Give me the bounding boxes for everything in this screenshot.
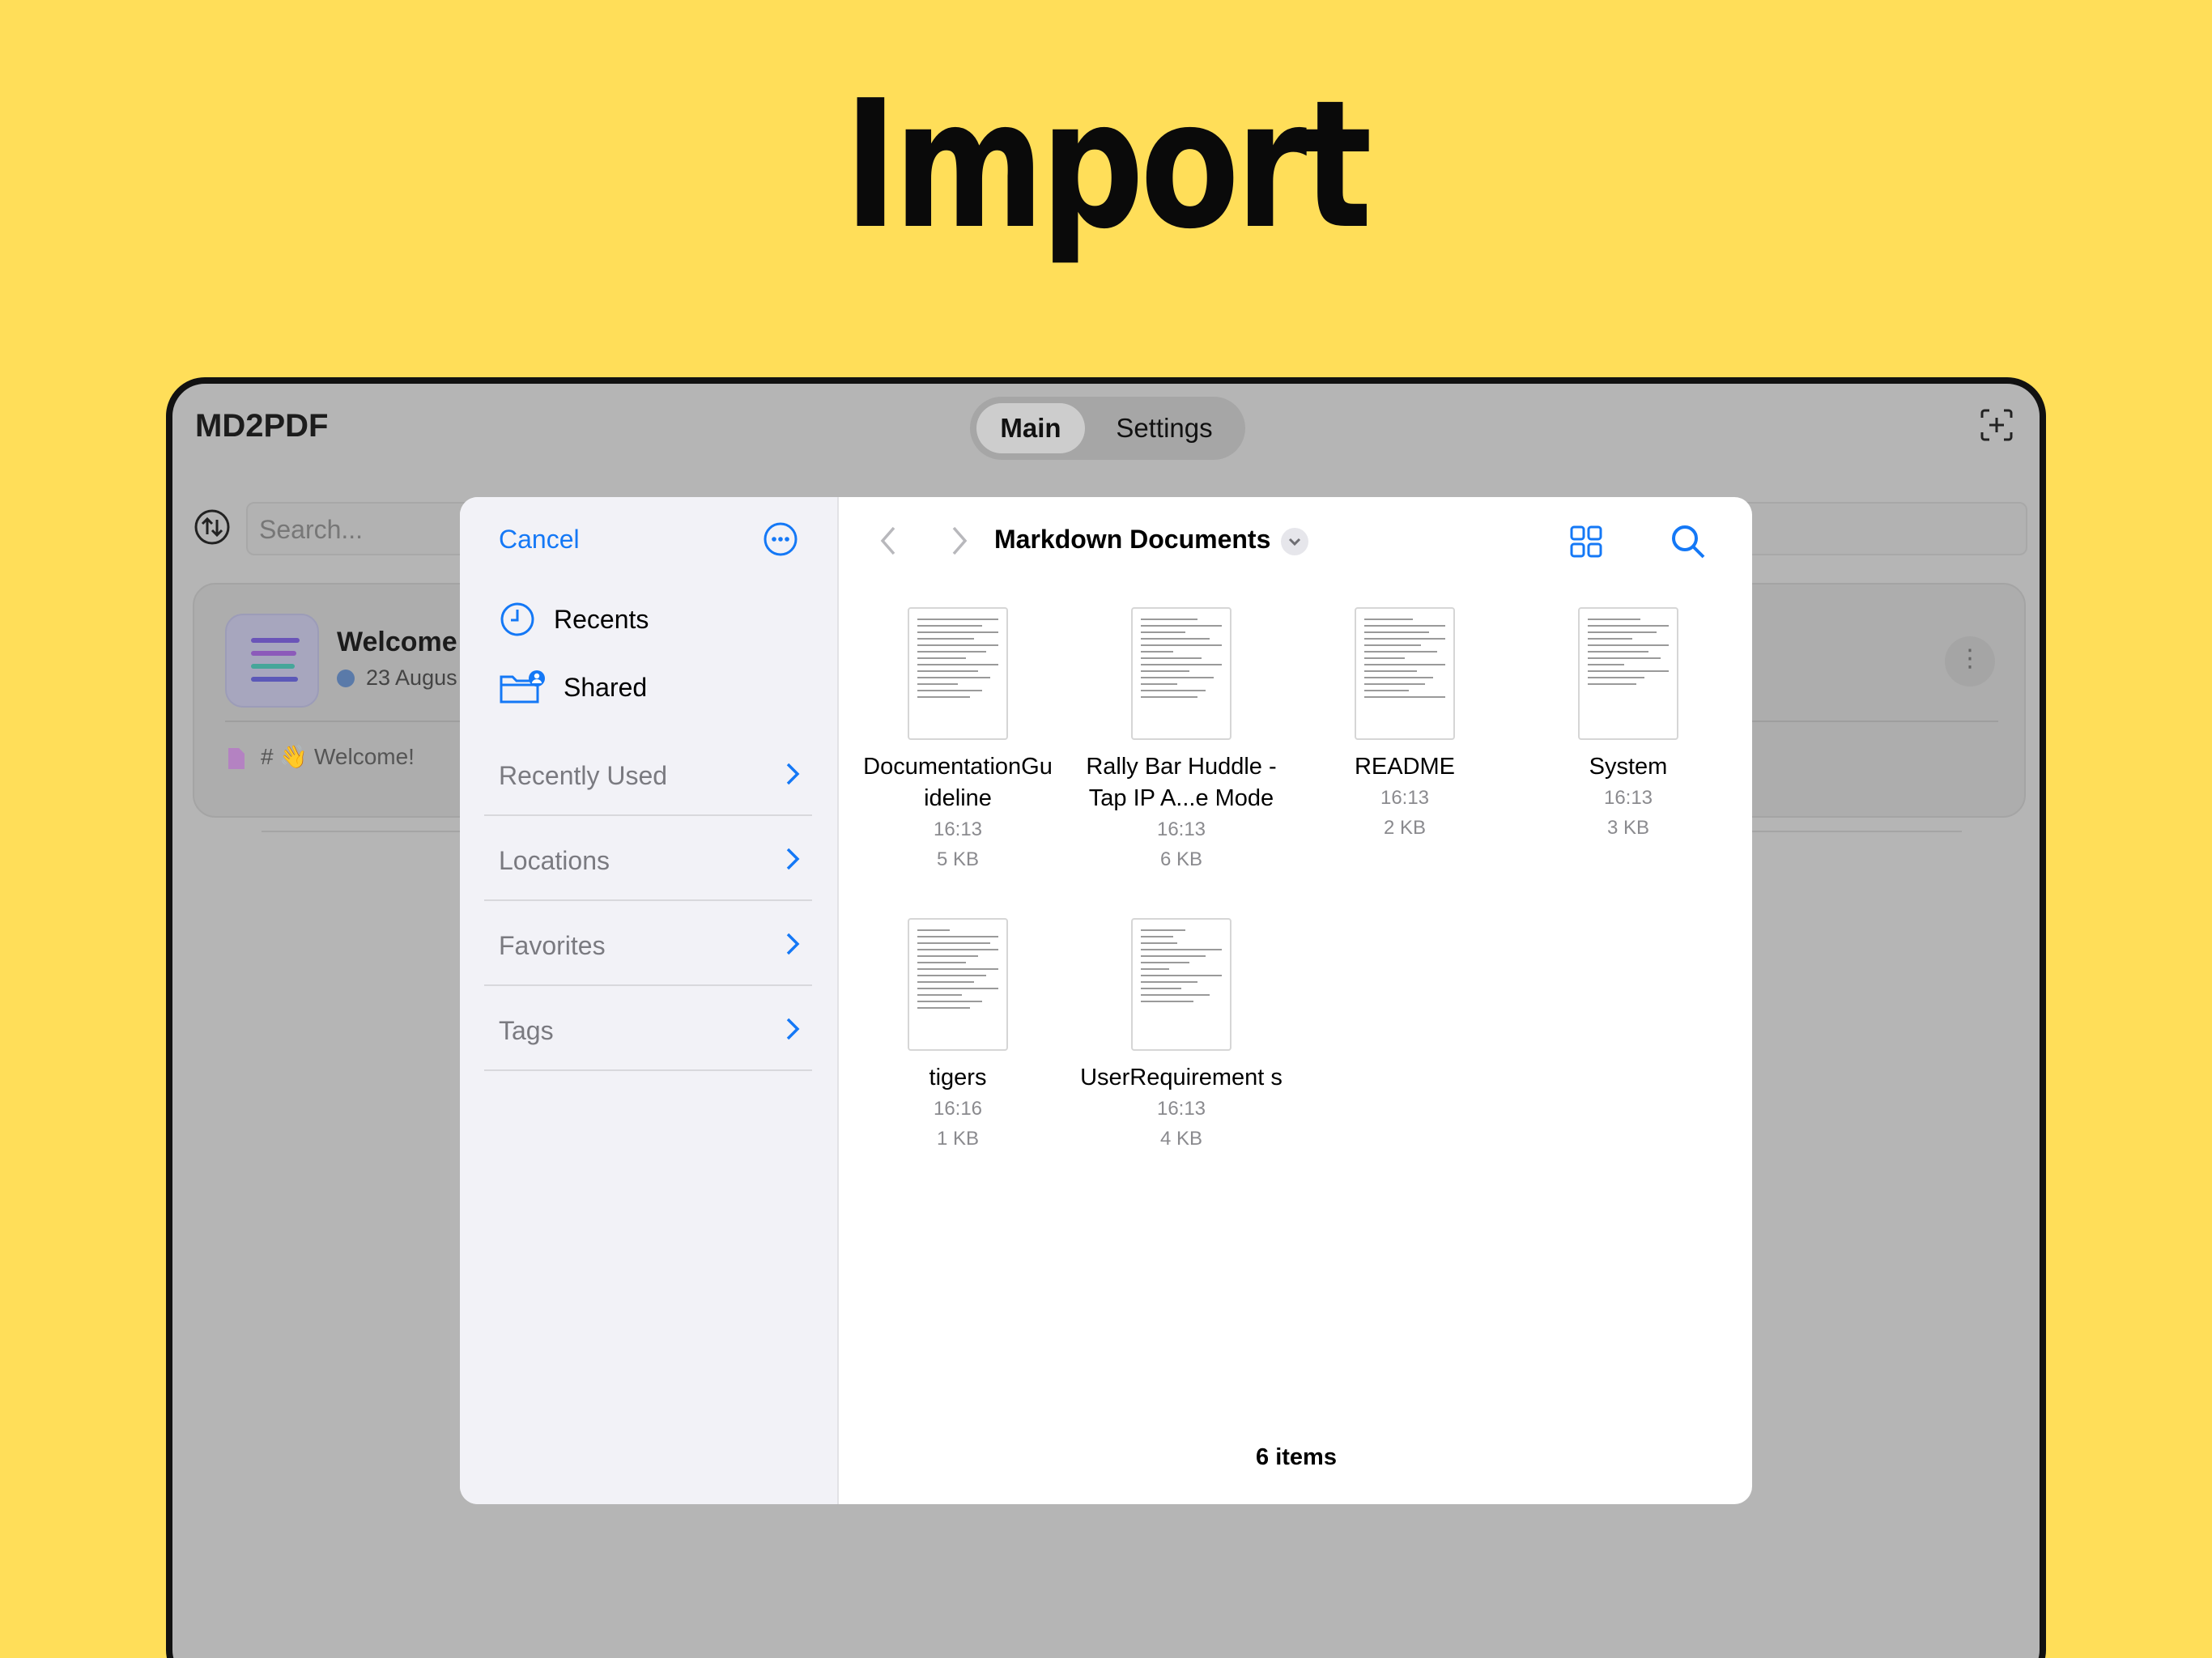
file-time: 16:13 bbox=[933, 818, 983, 840]
tab-main[interactable]: Main bbox=[976, 403, 1085, 453]
document-date-text: 23 Augus bbox=[366, 665, 457, 690]
ellipsis-circle-icon[interactable] bbox=[763, 521, 798, 557]
group-label: Tags bbox=[499, 1016, 554, 1045]
sidebar-item-label: Recents bbox=[554, 604, 649, 634]
items-count: 6 items bbox=[1256, 1444, 1337, 1470]
file-size: 3 KB bbox=[1606, 817, 1650, 839]
grid-view-icon[interactable] bbox=[1569, 525, 1603, 559]
file-item-readme[interactable]: README 16:13 2 KB bbox=[1295, 607, 1514, 843]
cancel-button[interactable]: Cancel bbox=[499, 525, 580, 555]
page-headline: Import bbox=[844, 63, 1372, 268]
tab-settings[interactable]: Settings bbox=[1091, 403, 1237, 453]
document-preview-text: # 👋 Welcome! bbox=[261, 744, 415, 769]
file-thumbnail bbox=[908, 607, 1008, 740]
file-size: 2 KB bbox=[1383, 817, 1427, 839]
search-icon[interactable] bbox=[1670, 523, 1707, 560]
file-time: 16:16 bbox=[933, 1098, 983, 1120]
file-size: 6 KB bbox=[1159, 848, 1203, 870]
app-title: MD2PDF bbox=[195, 408, 329, 444]
file-item-tigers[interactable]: tigers 16:16 1 KB bbox=[849, 918, 1067, 1154]
document-list-icon bbox=[225, 614, 319, 708]
group-label: Recently Used bbox=[499, 761, 668, 790]
file-thumbnail bbox=[1355, 607, 1455, 740]
file-name: tigers bbox=[929, 1065, 987, 1090]
group-label: Locations bbox=[499, 846, 610, 875]
file-thumbnail bbox=[1131, 607, 1231, 740]
document-preview: # 👋 Welcome! bbox=[227, 743, 415, 771]
file-time: 16:13 bbox=[1380, 787, 1430, 809]
chevron-down-icon[interactable] bbox=[1281, 528, 1308, 555]
sidebar-item-shared[interactable]: Shared bbox=[499, 669, 647, 706]
picker-sidebar: Cancel Recents Shared Recently Used Loca… bbox=[460, 497, 839, 1504]
sort-icon[interactable] bbox=[194, 508, 231, 546]
file-time: 16:13 bbox=[1156, 1098, 1206, 1120]
file-item-documentationguideline[interactable]: DocumentationGu ideline 16:13 5 KB bbox=[849, 607, 1067, 874]
file-thumbnail bbox=[1131, 918, 1231, 1051]
file-picker-sheet: Cancel Recents Shared Recently Used Loca… bbox=[460, 497, 1752, 1504]
file-size: 4 KB bbox=[1159, 1128, 1203, 1150]
file-item-userrequirements[interactable]: UserRequirement s 16:13 4 KB bbox=[1072, 918, 1291, 1154]
file-thumbnail bbox=[1578, 607, 1678, 740]
chevron-right-icon bbox=[786, 848, 800, 870]
file-thumbnail bbox=[908, 918, 1008, 1051]
group-label: Favorites bbox=[499, 931, 606, 960]
file-name: System bbox=[1589, 754, 1668, 780]
chevron-right-icon bbox=[786, 763, 800, 785]
file-size: 1 KB bbox=[936, 1128, 980, 1150]
file-size: 5 KB bbox=[936, 848, 980, 870]
forward-chevron-icon[interactable] bbox=[947, 523, 972, 559]
file-icon bbox=[228, 748, 245, 769]
folder-title[interactable]: Markdown Documents bbox=[994, 525, 1270, 555]
more-options-icon[interactable]: ⋮ bbox=[1945, 636, 1995, 687]
sidebar-item-recents[interactable]: Recents bbox=[499, 601, 649, 638]
sidebar-group-recently-used[interactable]: Recently Used bbox=[484, 732, 812, 816]
file-name: Rally Bar Huddle - Tap IP A...e Mode bbox=[1086, 754, 1277, 811]
chevron-right-icon bbox=[786, 1018, 800, 1040]
add-document-icon[interactable] bbox=[1980, 408, 2014, 442]
file-time: 16:13 bbox=[1603, 787, 1653, 809]
clock-icon bbox=[500, 602, 534, 636]
calendar-icon bbox=[337, 670, 355, 687]
file-item-rally-bar-huddle[interactable]: Rally Bar Huddle - Tap IP A...e Mode 16:… bbox=[1072, 607, 1291, 874]
back-chevron-icon[interactable] bbox=[876, 523, 900, 559]
sidebar-group-locations[interactable]: Locations bbox=[484, 817, 812, 901]
file-name: UserRequirement s bbox=[1080, 1065, 1283, 1090]
picker-file-browser: Markdown Documents DocumentationGu ideli… bbox=[840, 497, 1752, 1504]
sidebar-group-tags[interactable]: Tags bbox=[484, 987, 812, 1071]
chevron-right-icon bbox=[786, 933, 800, 955]
sidebar-item-label: Shared bbox=[564, 672, 648, 702]
file-time: 16:13 bbox=[1156, 818, 1206, 840]
file-name: README bbox=[1354, 754, 1456, 780]
document-title: Welcome bbox=[337, 627, 457, 657]
main-settings-segmented-control: Main Settings bbox=[970, 397, 1245, 460]
shared-folder-icon bbox=[500, 670, 545, 704]
sidebar-group-favorites[interactable]: Favorites bbox=[484, 902, 812, 986]
file-item-system[interactable]: System 16:13 3 KB bbox=[1519, 607, 1738, 843]
file-name: DocumentationGu ideline bbox=[863, 754, 1053, 811]
document-date: 23 Augus bbox=[337, 665, 457, 691]
